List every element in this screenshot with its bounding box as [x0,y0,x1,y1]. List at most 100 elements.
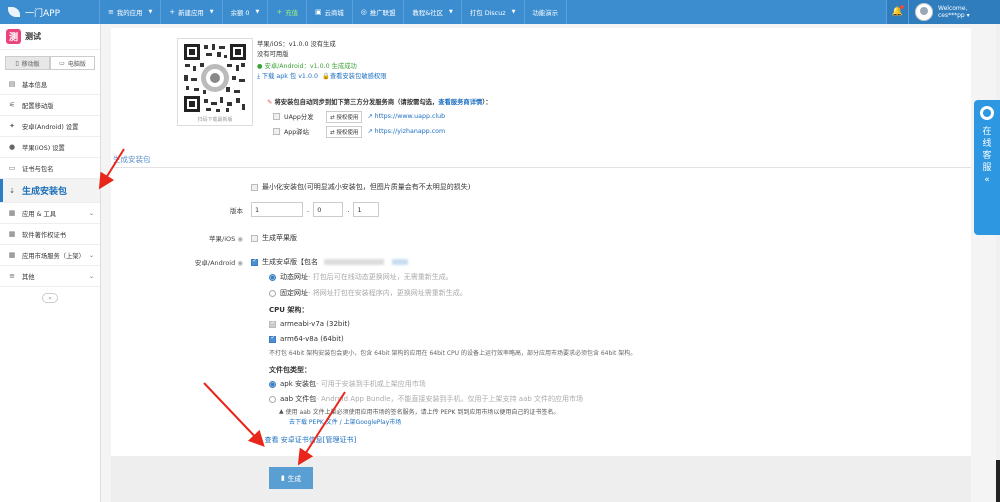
nav-icon: ▣ [315,8,322,16]
nav-icon: + [276,8,283,16]
nav-label: 充值 [285,8,298,17]
nav-item-4[interactable]: ▣ 云商城 [307,0,353,24]
sidebar: 测 测试 ▯ 移动版 ▭ 电脑版 ▤ 基本信息 ⚟ 配置移动版 ✦ 安卓(Android) 设… [0,24,101,502]
chevron-down-icon: ⌄ [88,272,94,280]
cpu-v7a-checkbox[interactable] [269,319,276,328]
aab-radio[interactable] [269,395,276,403]
top-bar: 一门APP ≡ 我的应用 ▼ + 新建应用 ▼ 余额 0 ▼ + 充值 ▣ 云商城 ◎ 推广联盟 教程&社区… [0,0,1000,24]
chevron-down-icon: ⌄ [88,251,94,259]
permission-link[interactable]: 🔒查看安装包敏感权限 [322,73,387,80]
qr-caption: 扫码下载最新版 [197,117,233,123]
link-icon: ⇄ [330,114,335,121]
ios-checkbox[interactable] [251,234,258,242]
nav-item-5[interactable]: ◎ 推广联盟 [353,0,405,24]
link-icon: ⇄ [330,129,335,136]
leaf-logo-icon [8,7,20,17]
fixed-url-radio[interactable] [269,289,276,297]
dynamic-url-radio[interactable] [269,273,276,281]
sidebar-item-label: 配置移动版 [22,102,54,110]
sidebar-item-6[interactable]: ▦ 应用 & 工具 ⌄ [0,203,100,224]
download-apk-link[interactable]: ⤓ 下载 apk 包 v1.0.0 [257,73,318,80]
sidebar-item-3[interactable]: ● 苹果(iOS) 设置 [0,137,100,158]
download-icon: ⤓ [257,72,260,80]
provider-checkbox[interactable] [273,128,280,135]
menu-icon: ● [8,143,16,151]
authorize-button[interactable]: ⇄ 授权使用 [326,110,363,123]
aab-label: aab 文件包 [280,395,317,403]
generate-button[interactable]: ▮ 生成 [269,467,313,489]
ios-option-label: 生成苹果版 [262,234,297,242]
nav-item-3[interactable]: + 充值 [268,0,307,24]
version-minor-input[interactable] [313,202,344,217]
version-major-input[interactable] [251,202,303,217]
provider-checkbox[interactable] [273,113,280,120]
menu-icon: ▤ [8,80,16,88]
provider-url-link[interactable]: ↗ https://www.uapp.club [367,113,445,120]
sidebar-item-1[interactable]: ⚟ 配置移动版 [0,95,100,116]
apk-label: apk 安装包 [280,380,317,388]
sidebar-item-label: 生成安装包 [22,187,68,197]
external-link-icon: ↗ [367,113,373,120]
main-nav: ≡ 我的应用 ▼ + 新建应用 ▼ 余额 0 ▼ + 充值 ▣ 云商城 ◎ 推广联盟 教程&社区 ▼ 打包 Di… [100,0,568,24]
manage-cert-link[interactable]: [管理证书] [323,435,356,445]
notification-button[interactable]: 🔔 [886,0,908,24]
collapse-sidebar-button[interactable]: « [42,293,58,303]
sidebar-item-4[interactable]: ▭ 证书与包名 [0,158,100,179]
welcome-text: Welcome, [938,5,968,12]
caret-down-icon: ▼ [449,9,453,15]
android-label: 安卓/Android [194,259,236,267]
sidebar-item-8[interactable]: ▦ 应用市场服务（上架） ⌄ [0,245,100,266]
caret-down-icon: ▾ [966,12,970,19]
sidebar-item-5[interactable]: ⇣ 生成安装包 [0,179,100,203]
provider-row: UApp分发 ⇄ 授权使用 ↗ https://www.uapp.club [273,109,492,124]
nav-item-0[interactable]: ≡ 我的应用 ▼ [100,0,162,24]
provider-details-link[interactable]: 查看服务商详情 [438,99,482,106]
provider-url-link[interactable]: ↗ https://yizhanapp.com [367,128,445,135]
pepk-links[interactable]: 去下载 PEPK 文件 / 上架GooglePlay市场 [289,417,401,426]
nav-item-7[interactable]: 打包 Discuz ▼ [462,0,525,24]
cpu-v8a-checkbox[interactable] [269,334,276,343]
caret-down-icon: ▾ [259,436,263,444]
menu-icon: ✦ [9,122,15,130]
tab-mobile[interactable]: ▯ 移动版 [5,56,50,70]
brand-logo[interactable]: 一门APP [0,0,100,24]
nav-item-2[interactable]: 余额 0 ▼ [223,0,269,24]
user-menu[interactable]: Welcome, ces***pp ▾ [908,0,1000,24]
scrollbar-thumb[interactable] [996,460,1000,502]
online-service-button[interactable]: 在线客服 « [974,100,1000,235]
chevron-left-icon: « [48,294,52,302]
menu-icon: ▦ [8,251,16,259]
file-type-title: 文件包类型： [269,366,311,374]
nav-item-1[interactable]: + 新建应用 ▼ [161,0,223,24]
nav-item-6[interactable]: 教程&社区 ▼ [404,0,462,24]
sidebar-item-9[interactable]: ≡ 其他 ⌄ [0,266,100,287]
nav-item-8[interactable]: 功能演示 [525,0,568,24]
sidebar-item-7[interactable]: ▦ 软件著作权证书 [0,224,100,245]
version-patch-input[interactable] [353,202,380,217]
main-content: 扫码下载最新版 苹果/iOS：v1.0.0 没有生成 没有可用版 ● 安卓/An… [111,28,971,502]
authorize-button[interactable]: ⇄ 授权使用 [326,125,363,138]
cpu-title: CPU 架构： [269,306,309,314]
cpu-note: 不打包 64bit 架构安装包会更小，包含 64bit 架构的应用在 64bit… [269,350,637,357]
apk-radio[interactable] [269,380,276,388]
dynamic-url-hint: - 打包后可在线动态更换网址，无需重新生成。 [308,273,453,281]
username: ces***pp [938,12,965,19]
caret-down-icon: ▼ [148,9,153,15]
view-cert-link[interactable]: 查看 安卓证书信息 [265,435,323,445]
sidebar-item-2[interactable]: ✦ 安卓(Android) 设置 [0,116,100,137]
dynamic-url-label: 动态网址 [280,273,308,281]
sidebar-item-0[interactable]: ▤ 基本信息 [0,74,100,95]
tab-pc[interactable]: ▭ 电脑版 [50,56,95,70]
nav-label: 新建应用 [178,8,204,17]
package-name-blurred [392,259,408,265]
file-icon: ▮ [280,475,285,482]
authorize-label: 授权使用 [336,129,359,136]
android-status: 安卓/Android：v1.0.0 生成成功 [264,63,357,70]
scrollbar-track[interactable] [996,24,1000,460]
help-icon: ◉ [237,259,243,267]
sidebar-item-label: 证书与包名 [22,165,54,173]
android-checkbox[interactable] [251,257,258,266]
menu-icon: ▭ [8,164,16,172]
minimize-checkbox[interactable] [251,183,258,191]
tab-pc-label: 电脑版 [67,60,86,68]
